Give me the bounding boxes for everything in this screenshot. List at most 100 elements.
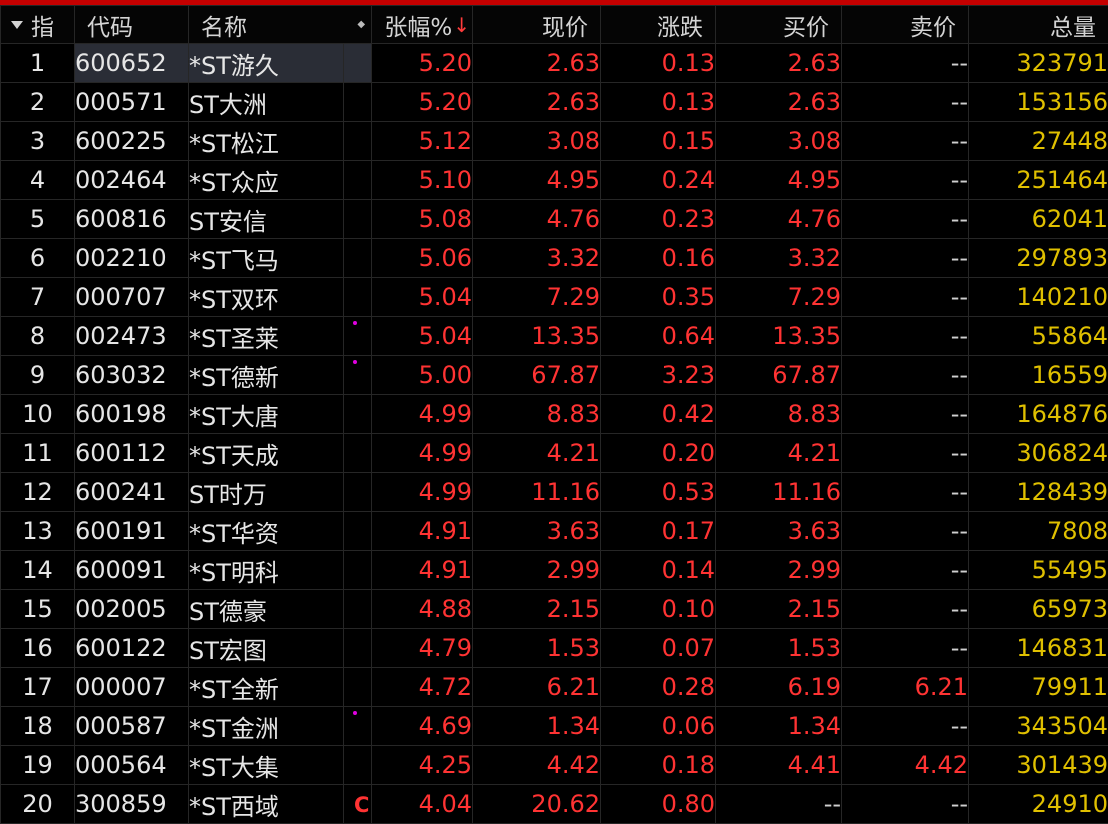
stock-code[interactable]: 600122 [75,629,189,668]
column-header-ask[interactable]: 卖价 [842,6,969,44]
bid-value: 67.87 [716,356,842,395]
column-header-code[interactable]: 代码 [75,6,189,44]
volume-value: 323791 [969,44,1108,83]
header-row: 指 代码 名称 ◆ 张幅% ↓ 现价 涨跌 [1,6,1108,44]
row-index: 10 [1,395,75,434]
column-header-ask-label: 卖价 [910,8,956,42]
stock-code[interactable]: 600225 [75,122,189,161]
stock-name[interactable]: *ST德新 [189,356,344,395]
sort-descending-arrow-icon: ↓ [453,13,470,37]
table-row[interactable]: 2000571ST大洲5.202.630.132.63--153156 [1,83,1108,122]
stock-name[interactable]: *ST众应 [189,161,344,200]
change-value: 0.28 [601,668,716,707]
table-row[interactable]: 10600198*ST大唐4.998.830.428.83--164876 [1,395,1108,434]
ask-value: -- [842,44,969,83]
row-flag-cell [344,317,372,356]
change-value: 0.23 [601,200,716,239]
bid-value: 2.63 [716,83,842,122]
stock-code[interactable]: 603032 [75,356,189,395]
stock-name[interactable]: *ST全新 [189,668,344,707]
stock-code[interactable]: 000571 [75,83,189,122]
stock-name[interactable]: *ST大唐 [189,395,344,434]
stock-name[interactable]: ST宏图 [189,629,344,668]
table-row[interactable]: 13600191*ST华资4.913.630.173.63--7808 [1,512,1108,551]
table-row[interactable]: 8002473*ST圣莱5.0413.350.6413.35--55864 [1,317,1108,356]
row-flag-cell [344,122,372,161]
table-row[interactable]: 20300859*ST西域C4.0420.620.80----24910 [1,785,1108,824]
table-row[interactable]: 1600652*ST游久5.202.630.132.63--323791 [1,44,1108,83]
sort-toggle-dot-icon[interactable]: ◆ [357,19,365,30]
stock-name[interactable]: *ST西域 [189,785,344,824]
change-pct-value: 4.04 [372,785,473,824]
table-row[interactable]: 16600122ST宏图4.791.530.071.53--146831 [1,629,1108,668]
table-row[interactable]: 19000564*ST大集4.254.420.184.414.42301439 [1,746,1108,785]
stock-code[interactable]: 600816 [75,200,189,239]
stock-name[interactable]: *ST金洲 [189,707,344,746]
stock-code[interactable]: 000564 [75,746,189,785]
stock-code[interactable]: 600091 [75,551,189,590]
stock-code[interactable]: 002005 [75,590,189,629]
table-row[interactable]: 12600241ST时万4.9911.160.5311.16--128439 [1,473,1108,512]
column-header-index[interactable]: 指 [1,6,75,44]
table-row[interactable]: 4002464*ST众应5.104.950.244.95--251464 [1,161,1108,200]
bid-value: 6.19 [716,668,842,707]
stock-code[interactable]: 600112 [75,434,189,473]
stock-name[interactable]: ST大洲 [189,83,344,122]
volume-value: 65973 [969,590,1108,629]
price-value: 4.76 [473,200,601,239]
stock-code[interactable]: 002473 [75,317,189,356]
stock-name[interactable]: *ST大集 [189,746,344,785]
stock-name[interactable]: *ST双环 [189,278,344,317]
table-row[interactable]: 18000587*ST金洲4.691.340.061.34--343504 [1,707,1108,746]
stock-name[interactable]: ST德豪 [189,590,344,629]
stock-code[interactable]: 300859 [75,785,189,824]
dropdown-triangle-icon[interactable] [11,21,23,29]
stock-code[interactable]: 600198 [75,395,189,434]
row-index: 18 [1,707,75,746]
row-flag-cell [344,395,372,434]
ask-value: -- [842,83,969,122]
stock-name[interactable]: ST安信 [189,200,344,239]
price-value: 6.21 [473,668,601,707]
stock-code[interactable]: 600191 [75,512,189,551]
column-header-bid[interactable]: 买价 [716,6,842,44]
column-header-change-pct-label: 张幅% [384,8,452,42]
table-row[interactable]: 3600225*ST松江5.123.080.153.08--27448 [1,122,1108,161]
stock-code[interactable]: 002210 [75,239,189,278]
stock-name[interactable]: ST时万 [189,473,344,512]
bid-value: 3.63 [716,512,842,551]
stock-code[interactable]: 600652 [75,44,189,83]
table-row[interactable]: 15002005ST德豪4.882.150.102.15--65973 [1,590,1108,629]
stock-code[interactable]: 002464 [75,161,189,200]
column-header-change[interactable]: 涨跌 [601,6,716,44]
row-index: 1 [1,44,75,83]
column-header-change-pct[interactable]: 张幅% ↓ [372,6,473,44]
table-row[interactable]: 5600816ST安信5.084.760.234.76--62041 [1,200,1108,239]
stock-name[interactable]: *ST圣莱 [189,317,344,356]
stock-name[interactable]: *ST游久 [189,44,344,83]
column-header-change-label: 涨跌 [657,8,703,42]
table-row[interactable]: 17000007*ST全新4.726.210.286.196.2179911 [1,668,1108,707]
row-flag-cell [344,83,372,122]
table-row[interactable]: 11600112*ST天成4.994.210.204.21--306824 [1,434,1108,473]
stock-code[interactable]: 000707 [75,278,189,317]
price-value: 1.34 [473,707,601,746]
stock-name[interactable]: *ST天成 [189,434,344,473]
column-header-name[interactable]: 名称 ◆ [189,6,372,44]
table-row[interactable]: 7000707*ST双环5.047.290.357.29--140210 [1,278,1108,317]
table-row[interactable]: 9603032*ST德新5.0067.873.2367.87--16559 [1,356,1108,395]
stock-name[interactable]: *ST华资 [189,512,344,551]
change-pct-value: 5.20 [372,83,473,122]
stock-code[interactable]: 600241 [75,473,189,512]
table-row[interactable]: 6002210*ST飞马5.063.320.163.32--297893 [1,239,1108,278]
column-header-price[interactable]: 现价 [473,6,601,44]
stock-name[interactable]: *ST明科 [189,551,344,590]
bid-value: 8.83 [716,395,842,434]
table-row[interactable]: 14600091*ST明科4.912.990.142.99--55495 [1,551,1108,590]
stock-code[interactable]: 000587 [75,707,189,746]
volume-value: 164876 [969,395,1108,434]
stock-name[interactable]: *ST松江 [189,122,344,161]
stock-name[interactable]: *ST飞马 [189,239,344,278]
stock-code[interactable]: 000007 [75,668,189,707]
column-header-volume[interactable]: 总量 [969,6,1108,44]
